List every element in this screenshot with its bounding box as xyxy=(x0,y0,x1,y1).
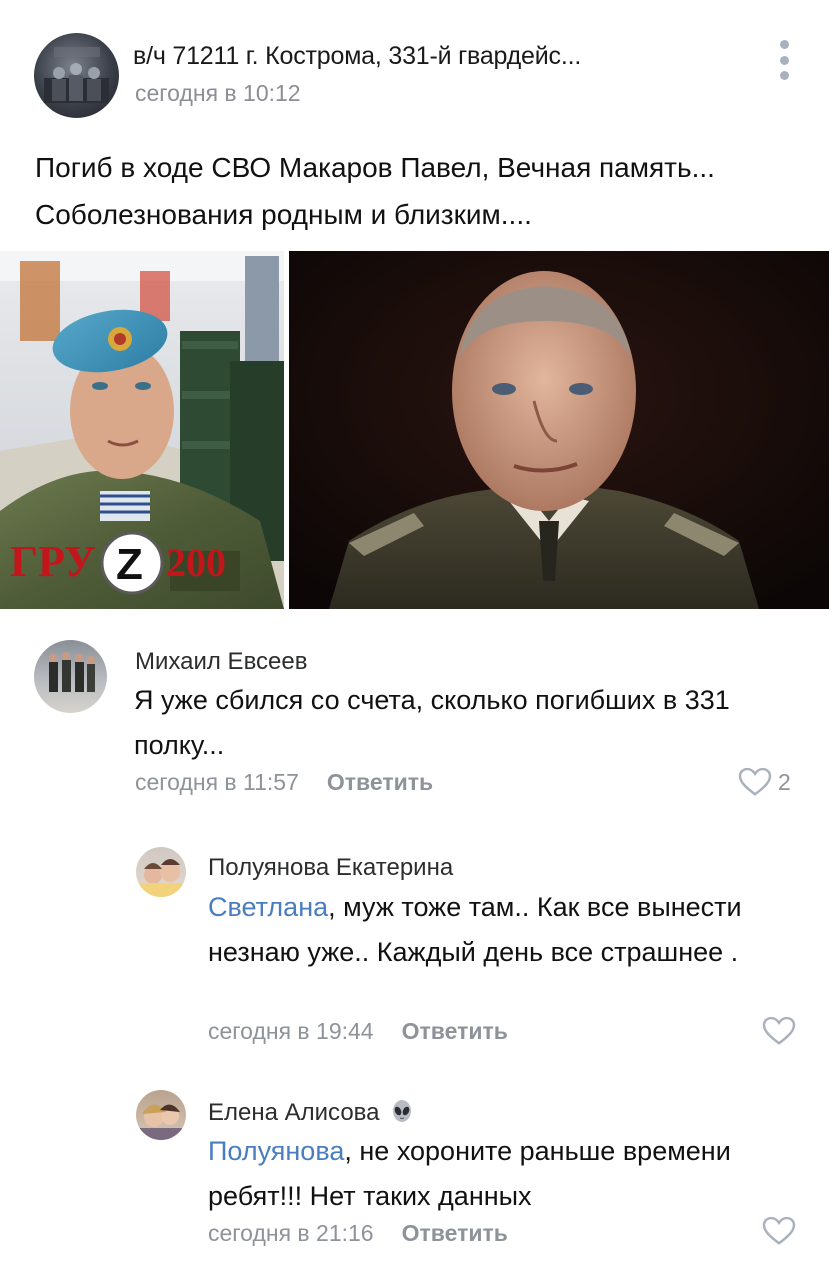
mention-link[interactable]: Полуянова xyxy=(208,1136,344,1166)
comment-timestamp: сегодня в 11:57 xyxy=(135,769,299,795)
like-button[interactable] xyxy=(762,1016,796,1046)
overlay-text: ГРУ xyxy=(10,537,96,586)
comment-author[interactable]: Полуянова Екатерина xyxy=(208,854,453,882)
heart-icon xyxy=(762,1216,796,1245)
heart-icon xyxy=(738,767,772,796)
heart-icon xyxy=(762,1016,796,1045)
post-photo-left[interactable]: ГРУ Z 200 xyxy=(0,251,284,609)
comment-timestamp: сегодня в 21:16 xyxy=(208,1220,374,1246)
group-avatar[interactable] xyxy=(34,33,119,118)
commenter-avatar-image xyxy=(140,1104,182,1140)
comment-timestamp: сегодня в 19:44 xyxy=(208,1018,374,1044)
more-options-icon[interactable] xyxy=(772,40,796,80)
svg-text:200: 200 xyxy=(166,540,226,585)
alien-emoji-icon xyxy=(390,1099,414,1123)
like-count: 2 xyxy=(778,768,791,795)
mention-link[interactable]: Светлана xyxy=(208,892,328,922)
post-timestamp: сегодня в 10:12 xyxy=(135,80,301,106)
svg-text:Z: Z xyxy=(116,540,143,589)
reply-button[interactable]: Ответить xyxy=(327,769,433,795)
comment-meta: сегодня в 11:57 Ответить xyxy=(135,769,433,796)
commenter-avatar-image xyxy=(49,652,95,692)
like-button[interactable] xyxy=(762,1216,796,1246)
comment-author[interactable]: Михаил Евсеев xyxy=(135,648,308,676)
commenter-avatar[interactable] xyxy=(34,640,107,713)
comment-meta: сегодня в 21:16 Ответить xyxy=(208,1220,508,1247)
comment-text: Светлана, муж тоже там.. Как все вынести… xyxy=(208,885,788,975)
reply-button[interactable]: Ответить xyxy=(402,1220,508,1246)
group-avatar-image xyxy=(44,47,109,103)
comment-text: Я уже сбился со счета, сколько погибших … xyxy=(134,685,730,760)
post-photo-right[interactable] xyxy=(289,251,829,609)
commenter-avatar[interactable] xyxy=(136,847,186,897)
group-name[interactable]: в/ч 71211 г. Кострома, 331-й гвардейс... xyxy=(133,42,581,71)
commenter-avatar-image xyxy=(140,859,182,897)
reply-button[interactable]: Ответить xyxy=(402,1018,508,1044)
comment-author[interactable]: Елена Алисова xyxy=(208,1099,414,1127)
comment-text: Полуянова, не хороните раньше времени ре… xyxy=(208,1129,788,1219)
commenter-avatar[interactable] xyxy=(136,1090,186,1140)
comment-author-name: Елена Алисова xyxy=(208,1099,380,1126)
like-button[interactable]: 2 xyxy=(738,767,791,797)
comment-meta: сегодня в 19:44 Ответить xyxy=(208,1018,508,1045)
post-media[interactable]: ГРУ Z 200 xyxy=(0,251,829,609)
post-text: Погиб в ходе СВО Макаров Павел, Вечная п… xyxy=(35,152,715,230)
